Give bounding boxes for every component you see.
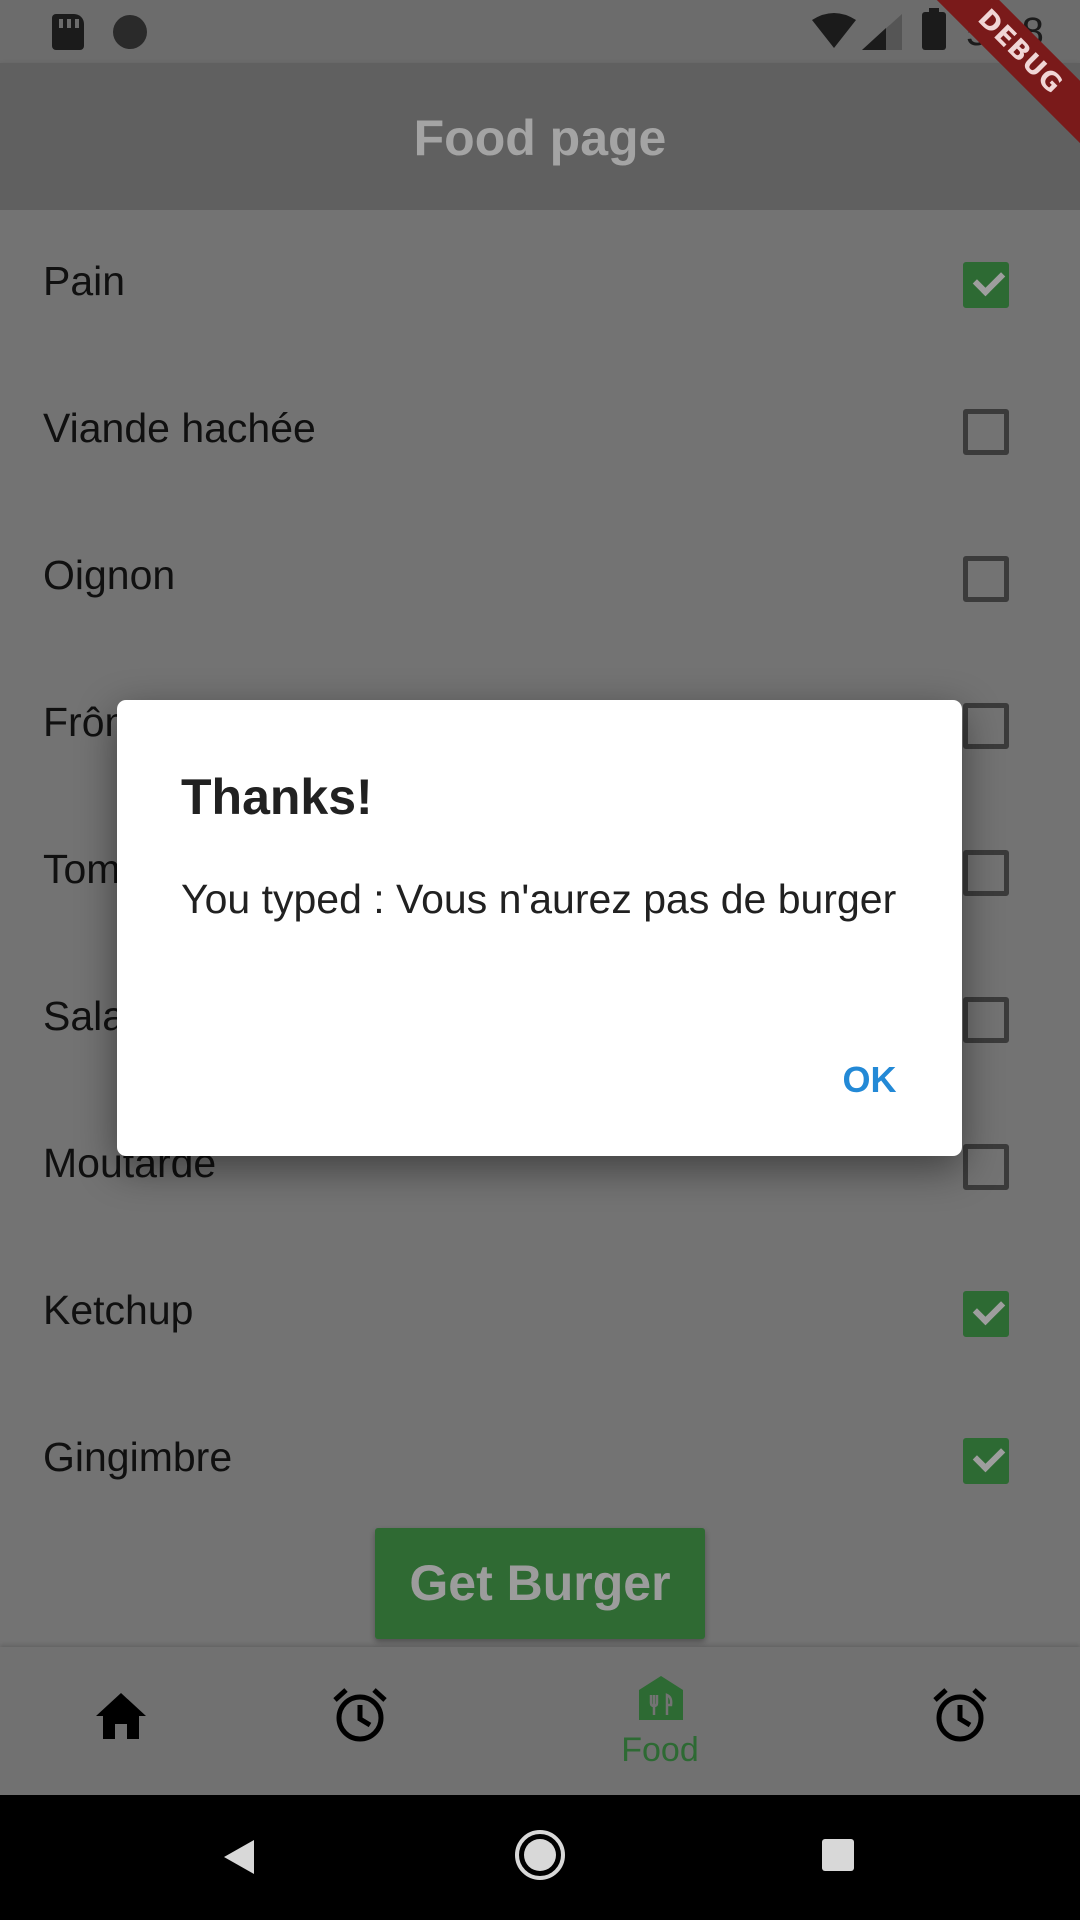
ingredient-row[interactable]: Oignon	[0, 504, 1080, 651]
ingredient-row[interactable]: Gingimbre	[0, 1386, 1080, 1533]
nav-item-food[interactable]: Food	[480, 1647, 840, 1795]
ingredient-checkbox[interactable]	[963, 556, 1009, 602]
alarm-icon	[333, 1688, 387, 1742]
ok-button[interactable]: OK	[807, 1040, 932, 1120]
status-bar: 5:28	[0, 0, 1080, 63]
wifi-icon	[812, 13, 856, 48]
ingredient-row[interactable]: Pain	[0, 210, 1080, 357]
ingredient-label: Gingimbre	[43, 1434, 233, 1480]
ingredient-checkbox[interactable]	[963, 850, 1009, 896]
app-bar: Food page	[0, 63, 1080, 210]
ingredient-row[interactable]: Ketchup	[0, 1239, 1080, 1386]
signal-icon	[862, 14, 902, 50]
ingredient-label: Sala	[43, 993, 126, 1039]
page-title: Food page	[413, 110, 667, 166]
ingredient-row[interactable]: Viande hachée	[0, 357, 1080, 504]
ingredient-label: Oignon	[43, 552, 176, 598]
home-circle-icon[interactable]	[514, 1829, 566, 1881]
dialog-message: You typed : Vous n'aurez pas de burger	[181, 876, 897, 922]
ingredient-label: Tom	[43, 846, 121, 892]
nav-item-alarm[interactable]	[240, 1647, 480, 1795]
home-icon	[96, 1693, 146, 1739]
food-store-icon	[639, 1676, 683, 1720]
ingredient-checkbox[interactable]	[963, 997, 1009, 1043]
get-burger-button[interactable]: Get Burger	[375, 1528, 705, 1639]
nav-item-home[interactable]	[0, 1647, 240, 1795]
system-navigation-bar	[0, 1795, 1080, 1920]
ingredient-label: Pain	[43, 258, 126, 304]
bottom-navigation: Food	[0, 1647, 1080, 1795]
nav-label: Food	[621, 1731, 699, 1769]
ingredient-checkbox[interactable]	[963, 1144, 1009, 1190]
ingredient-checkbox[interactable]	[963, 703, 1009, 749]
nav-item-alarm-2[interactable]	[840, 1647, 1080, 1795]
back-icon[interactable]	[222, 1838, 256, 1876]
alarm-icon	[933, 1688, 987, 1742]
ingredient-checkbox[interactable]	[963, 1438, 1009, 1484]
dialog-title: Thanks!	[181, 769, 373, 825]
ingredient-checkbox[interactable]	[963, 409, 1009, 455]
sd-card-icon	[52, 14, 84, 50]
ingredient-checkbox[interactable]	[963, 1291, 1009, 1337]
thanks-dialog: Thanks! You typed : Vous n'aurez pas de …	[117, 700, 962, 1156]
ingredient-checkbox[interactable]	[963, 262, 1009, 308]
ingredient-label: Viande hachée	[43, 405, 316, 451]
notification-dot-icon	[113, 15, 147, 49]
battery-icon	[922, 8, 946, 50]
ingredient-label: Ketchup	[43, 1287, 194, 1333]
recents-icon[interactable]	[821, 1838, 855, 1872]
